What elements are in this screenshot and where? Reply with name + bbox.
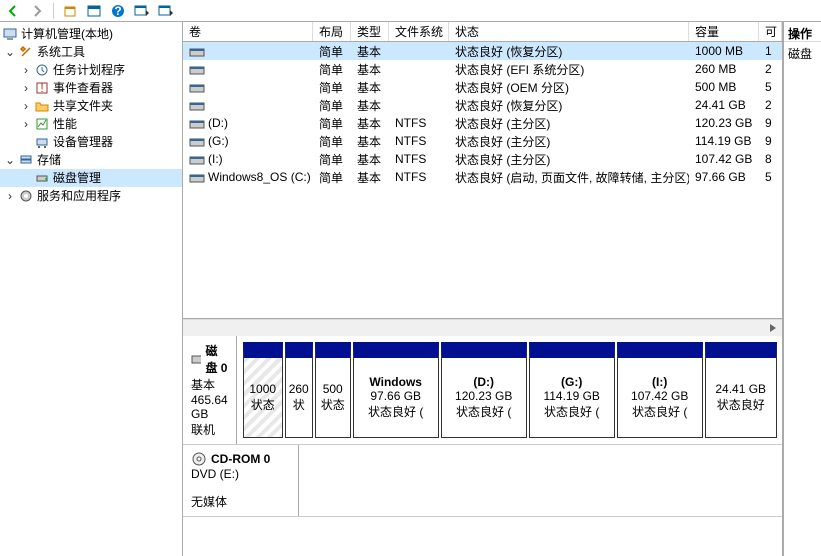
- cdrom-label: CD-ROM 0: [211, 452, 270, 466]
- expand-icon[interactable]: ›: [18, 97, 34, 115]
- services-icon: [18, 188, 34, 204]
- partition-box[interactable]: 260状: [285, 342, 313, 438]
- tree-storage[interactable]: ⌄ 存储: [0, 151, 182, 169]
- perf-icon: [34, 116, 50, 132]
- volume-row[interactable]: Windows8_OS (C:)简单基本NTFS状态良好 (启动, 页面文件, …: [183, 168, 782, 186]
- expand-icon[interactable]: ›: [18, 79, 34, 97]
- clock-icon: [34, 62, 50, 78]
- toolbar-view-button[interactable]: [131, 2, 153, 20]
- tree-task-sched-label: 任务计划程序: [53, 61, 125, 79]
- volume-row[interactable]: 简单基本状态良好 (EFI 系统分区)260 MB2: [183, 60, 782, 78]
- tree-performance[interactable]: › 性能: [0, 115, 182, 133]
- expand-icon[interactable]: ›: [18, 61, 34, 79]
- cdrom-state: 无媒体: [191, 493, 290, 510]
- actions-header: 操作: [784, 22, 821, 42]
- tree-system-tools-label: 系统工具: [37, 43, 85, 61]
- expand-icon[interactable]: ›: [18, 115, 34, 133]
- toolbar-refresh-button[interactable]: [155, 2, 177, 20]
- col-free[interactable]: 可: [759, 22, 782, 41]
- volume-list[interactable]: 卷 布局 类型 文件系统 状态 容量 可 简单基本状态良好 (恢复分区)1000…: [183, 22, 782, 319]
- disk-layout[interactable]: 磁盘 0 基本 465.64 GB 联机 1000状态260状500状态Wind…: [183, 336, 782, 556]
- disk0-size: 465.64 GB: [191, 393, 228, 421]
- disk0-info[interactable]: 磁盘 0 基本 465.64 GB 联机: [183, 336, 237, 444]
- tree-shared-folders[interactable]: › 共享文件夹: [0, 97, 182, 115]
- disk-icon: [191, 352, 201, 366]
- svg-text:!: !: [40, 81, 43, 95]
- partition-box[interactable]: 1000状态: [243, 342, 283, 438]
- device-icon: [34, 134, 50, 150]
- toolbar-props-button[interactable]: [59, 2, 81, 20]
- partition-box[interactable]: (D:)120.23 GB状态良好 (: [441, 342, 527, 438]
- expand-icon[interactable]: ›: [2, 187, 18, 205]
- tree-perf-label: 性能: [53, 115, 77, 133]
- expand-icon[interactable]: ⌄: [2, 43, 18, 61]
- horizontal-scrollbar[interactable]: [183, 319, 782, 336]
- col-layout[interactable]: 布局: [313, 22, 351, 41]
- computer-icon: [2, 26, 18, 42]
- volume-row[interactable]: 简单基本状态良好 (恢复分区)24.41 GB2: [183, 96, 782, 114]
- tree-event-label: 事件查看器: [53, 79, 113, 97]
- folder-icon: [34, 98, 50, 114]
- volume-list-header: 卷 布局 类型 文件系统 状态 容量 可: [183, 22, 782, 42]
- volume-row[interactable]: (G:)简单基本NTFS状态良好 (主分区)114.19 GB9: [183, 132, 782, 150]
- volume-row[interactable]: (I:)简单基本NTFS状态良好 (主分区)107.42 GB8: [183, 150, 782, 168]
- col-volume[interactable]: 卷: [183, 22, 313, 41]
- cdrom-empty: [299, 445, 782, 516]
- tree-event-viewer[interactable]: › ! 事件查看器: [0, 79, 182, 97]
- col-type[interactable]: 类型: [351, 22, 389, 41]
- tree-root-label: 计算机管理(本地): [21, 25, 113, 43]
- event-icon: !: [34, 80, 50, 96]
- tree-disk-mgmt-label: 磁盘管理: [53, 169, 101, 187]
- tree-shared-label: 共享文件夹: [53, 97, 113, 115]
- col-capacity[interactable]: 容量: [689, 22, 759, 41]
- disk-mgmt-icon: [34, 170, 50, 186]
- tree-root[interactable]: 计算机管理(本地): [0, 25, 182, 43]
- cdrom-row: CD-ROM 0 DVD (E:) 无媒体: [183, 445, 782, 517]
- tree-services-label: 服务和应用程序: [37, 187, 121, 205]
- main-area: 计算机管理(本地) ⌄ 系统工具 › 任务计划程序 › ! 事件查看器 › 共享…: [0, 22, 821, 556]
- tree-task-scheduler[interactable]: › 任务计划程序: [0, 61, 182, 79]
- toolbar: ?: [0, 0, 821, 22]
- volume-row[interactable]: 简单基本状态良好 (OEM 分区)500 MB5: [183, 78, 782, 96]
- disk0-label: 磁盘 0: [205, 342, 227, 376]
- tree-devmgr-label: 设备管理器: [53, 133, 113, 151]
- volume-row[interactable]: (D:)简单基本NTFS状态良好 (主分区)120.23 GB9: [183, 114, 782, 132]
- nav-tree[interactable]: 计算机管理(本地) ⌄ 系统工具 › 任务计划程序 › ! 事件查看器 › 共享…: [0, 22, 183, 556]
- partition-box[interactable]: (G:)114.19 GB状态良好 (: [529, 342, 615, 438]
- storage-icon: [18, 152, 34, 168]
- toolbar-help-button[interactable]: ?: [107, 2, 129, 20]
- toolbar-back-button[interactable]: [2, 2, 24, 20]
- col-status[interactable]: 状态: [449, 22, 689, 41]
- actions-pane: 操作 磁盘: [783, 22, 821, 556]
- partition-box[interactable]: Windows97.66 GB状态良好 (: [353, 342, 439, 438]
- tools-icon: [18, 44, 34, 60]
- expand-icon[interactable]: ⌄: [2, 151, 18, 169]
- center-pane: 卷 布局 类型 文件系统 状态 容量 可 简单基本状态良好 (恢复分区)1000…: [183, 22, 783, 556]
- cdrom-icon: [191, 451, 207, 467]
- volume-row[interactable]: 简单基本状态良好 (恢复分区)1000 MB1: [183, 42, 782, 60]
- partition-box[interactable]: 24.41 GB状态良好: [705, 342, 777, 438]
- toolbar-calendar-button[interactable]: [83, 2, 105, 20]
- disk0-partitions: 1000状态260状500状态Windows97.66 GB状态良好 ((D:)…: [237, 336, 782, 444]
- toolbar-separator: [53, 3, 54, 19]
- disk0-state: 联机: [191, 421, 228, 438]
- tree-services-apps[interactable]: › 服务和应用程序: [0, 187, 182, 205]
- tree-disk-management[interactable]: 磁盘管理: [0, 169, 182, 187]
- disk0-row: 磁盘 0 基本 465.64 GB 联机 1000状态260状500状态Wind…: [183, 336, 782, 445]
- tree-system-tools[interactable]: ⌄ 系统工具: [0, 43, 182, 61]
- partition-box[interactable]: 500状态: [315, 342, 351, 438]
- actions-disk-mgmt[interactable]: 磁盘: [784, 42, 821, 65]
- col-fs[interactable]: 文件系统: [389, 22, 449, 41]
- cdrom-info[interactable]: CD-ROM 0 DVD (E:) 无媒体: [183, 445, 299, 516]
- partition-box[interactable]: (I:)107.42 GB状态良好 (: [617, 342, 703, 438]
- svg-text:?: ?: [114, 4, 121, 18]
- cdrom-drive: DVD (E:): [191, 467, 290, 481]
- tree-storage-label: 存储: [37, 151, 61, 169]
- disk0-type: 基本: [191, 376, 228, 393]
- toolbar-forward-button[interactable]: [26, 2, 48, 20]
- tree-device-manager[interactable]: 设备管理器: [0, 133, 182, 151]
